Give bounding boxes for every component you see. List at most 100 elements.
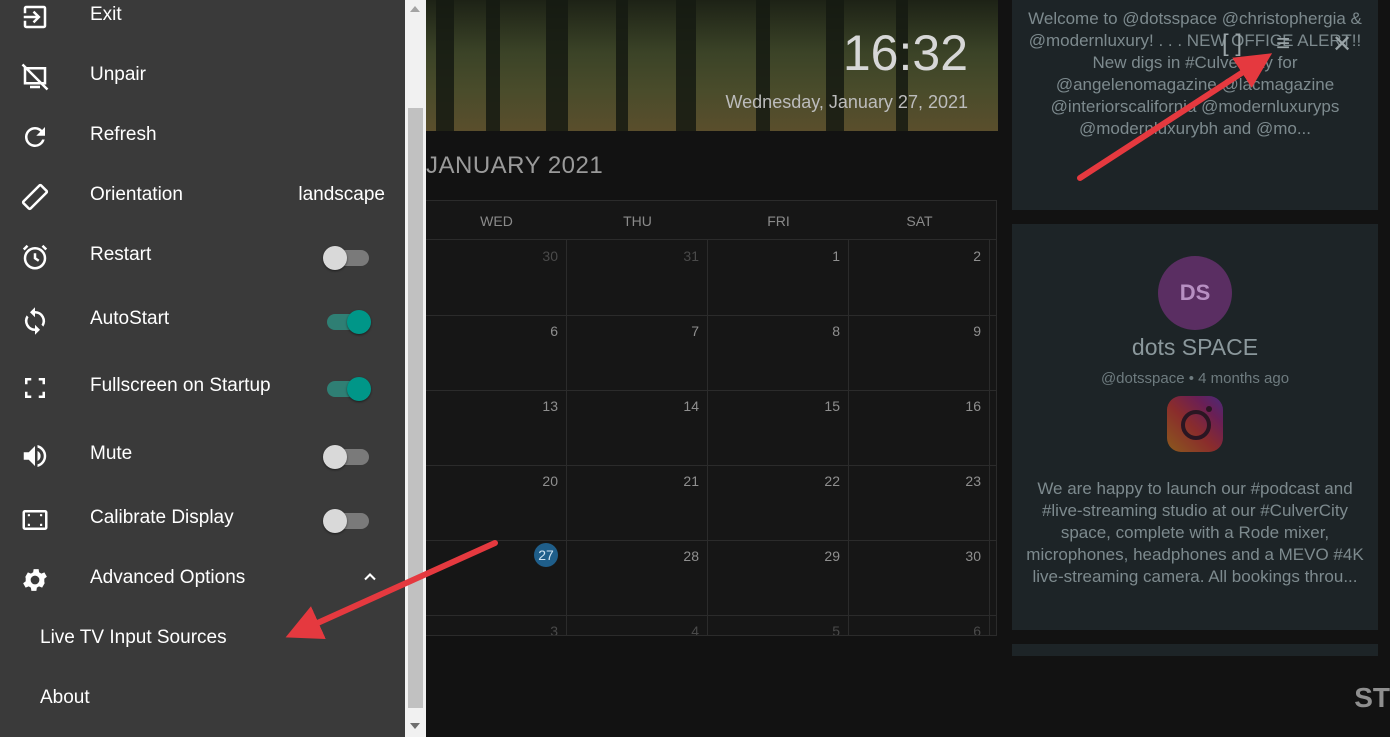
hero-image: 16:32 Wednesday, January 27, 2021 [426, 0, 998, 131]
calendar-day-cell[interactable]: 29 [708, 540, 849, 615]
menu-item-fullscreen-on-startup[interactable]: Fullscreen on Startup [0, 357, 405, 417]
calendar-day-number: 27 [534, 543, 558, 567]
calendar-day-cell[interactable]: 21 [567, 465, 708, 540]
orientation-value: landscape [298, 184, 385, 205]
calendar-day-number: 29 [824, 548, 840, 564]
menu-item-refresh[interactable]: Refresh [0, 106, 405, 166]
menu-item-label: About [40, 687, 90, 708]
menu-item-label: Live TV Input Sources [40, 627, 227, 648]
calendar-day-cell[interactable]: 31 [567, 240, 708, 315]
calendar-week-row: 27 28 29 30 [426, 540, 996, 616]
calendar-day-cell[interactable]: 30 [426, 240, 567, 315]
fullscreen-toggle[interactable] [323, 377, 371, 401]
calendar-day-cell[interactable]: 5 [708, 615, 849, 635]
instagram-icon [1167, 396, 1223, 452]
menu-item-calibrate-display[interactable]: Calibrate Display [0, 489, 405, 549]
menu-item-label: Advanced Options [90, 567, 246, 588]
clock-time: 16:32 [842, 25, 968, 81]
calendar-day-number: 1 [832, 248, 840, 264]
menu-item-autostart[interactable]: AutoStart [0, 290, 405, 350]
calendar-day-number: 28 [683, 548, 699, 564]
settings-drawer: Exit Unpair Refresh Orientation landscap… [0, 0, 405, 737]
post-text: We are happy to launch our #podcast and … [1026, 479, 1364, 586]
menu-icon[interactable]: ≡ [1276, 30, 1290, 58]
menu-item-label: Refresh [90, 124, 157, 145]
expand-icon[interactable]: [ ] [1222, 30, 1242, 58]
calendar-day-cell[interactable]: 16 [849, 390, 990, 465]
calendar-day-cell[interactable]: 3 [426, 615, 567, 636]
calendar-day-cell[interactable]: 23 [849, 465, 990, 540]
weekday-label: SAT [906, 213, 933, 229]
mute-toggle[interactable] [323, 445, 371, 469]
calendar-day-cell[interactable]: 20 [426, 465, 567, 540]
calendar-day-number: 31 [683, 248, 699, 264]
calendar-day-cell[interactable]: 6 [426, 315, 567, 390]
menu-item-advanced-options[interactable]: Advanced Options [0, 549, 405, 609]
calendar-day-number: 7 [691, 323, 699, 339]
social-post-card[interactable]: DS dots SPACE @dotsspace • 4 months ago … [1012, 224, 1378, 630]
calibrate-icon [22, 510, 48, 530]
scroll-down-arrow-icon[interactable] [410, 723, 420, 729]
calendar-day-number: 15 [824, 398, 840, 414]
menu-item-exit[interactable]: Exit [0, 0, 405, 46]
calendar-day-cell[interactable]: 9 [849, 315, 990, 390]
calendar-day-cell[interactable]: 6 [849, 615, 990, 635]
calendar-day-number: 30 [542, 248, 558, 264]
account-meta: @dotsspace • 4 months ago [1100, 370, 1290, 387]
menu-item-orientation[interactable]: Orientation landscape [0, 166, 405, 226]
post-text: Welcome to @dotsspace @christophergia & … [1028, 9, 1362, 138]
menu-item-unpair[interactable]: Unpair [0, 46, 405, 106]
scrollbar-thumb[interactable] [408, 108, 423, 708]
chevron-up-icon[interactable] [360, 567, 380, 587]
drawer-scrollbar[interactable] [405, 0, 426, 737]
calendar-day-cell[interactable]: 13 [426, 390, 567, 465]
calendar-day-number: 23 [965, 473, 981, 489]
account-name: dots SPACE [1131, 334, 1259, 360]
calendar-day-number: 4 [691, 623, 699, 636]
calendar-day-cell[interactable]: 7 [567, 315, 708, 390]
calendar-day-number: 22 [824, 473, 840, 489]
calendar-day-number: 9 [973, 323, 981, 339]
calendar-day-cell[interactable]: 28 [567, 540, 708, 615]
calendar-weekday-header: WED THU FRI SAT [426, 201, 996, 240]
weekday-label: FRI [767, 213, 790, 229]
calendar-day-number: 6 [550, 323, 558, 339]
menu-item-restart[interactable]: Restart [0, 226, 405, 286]
calendar-day-number: 21 [683, 473, 699, 489]
weekday-label: WED [480, 213, 513, 229]
calendar-day-cell[interactable]: 2 [849, 240, 990, 315]
sync-icon [24, 307, 46, 335]
exit-icon [23, 5, 47, 29]
menu-item-live-tv-input-sources[interactable]: Live TV Input Sources [0, 609, 405, 669]
menu-item-label: AutoStart [90, 308, 170, 329]
calendar-day-cell[interactable]: 15 [708, 390, 849, 465]
calendar-day-cell[interactable]: 22 [708, 465, 849, 540]
calendar-day-cell[interactable]: 30 [849, 540, 990, 615]
fullscreen-icon [25, 378, 45, 398]
scroll-up-arrow-icon[interactable] [410, 6, 420, 12]
calendar-week-row: 20 21 22 23 [426, 465, 996, 541]
autostart-toggle[interactable] [323, 310, 371, 334]
calendar-day-number: 3 [550, 623, 558, 636]
calendar-day-cell[interactable]: 27 [426, 540, 567, 615]
gear-icon [23, 569, 47, 591]
calendar-day-number: 8 [832, 323, 840, 339]
footer-text: ST [1354, 682, 1390, 713]
restart-toggle[interactable] [323, 246, 371, 270]
unpair-icon [21, 63, 49, 91]
orientation-icon [21, 183, 49, 211]
calendar-day-cell[interactable]: 1 [708, 240, 849, 315]
alarm-clock-icon [22, 244, 48, 270]
menu-item-about[interactable]: About [0, 669, 405, 729]
close-icon[interactable]: ✕ [1332, 30, 1352, 59]
speaker-icon [23, 445, 47, 467]
calendar-day-cell[interactable]: 4 [567, 615, 708, 636]
calendar-day-number: 13 [542, 398, 558, 414]
calendar-day-cell[interactable]: 8 [708, 315, 849, 390]
weekday-label: THU [623, 213, 652, 229]
calibrate-toggle[interactable] [323, 509, 371, 533]
menu-item-mute[interactable]: Mute [0, 425, 405, 485]
menu-item-label: Orientation [90, 184, 183, 205]
calendar-week-row: 30 31 1 2 [426, 240, 996, 316]
calendar-day-cell[interactable]: 14 [567, 390, 708, 465]
